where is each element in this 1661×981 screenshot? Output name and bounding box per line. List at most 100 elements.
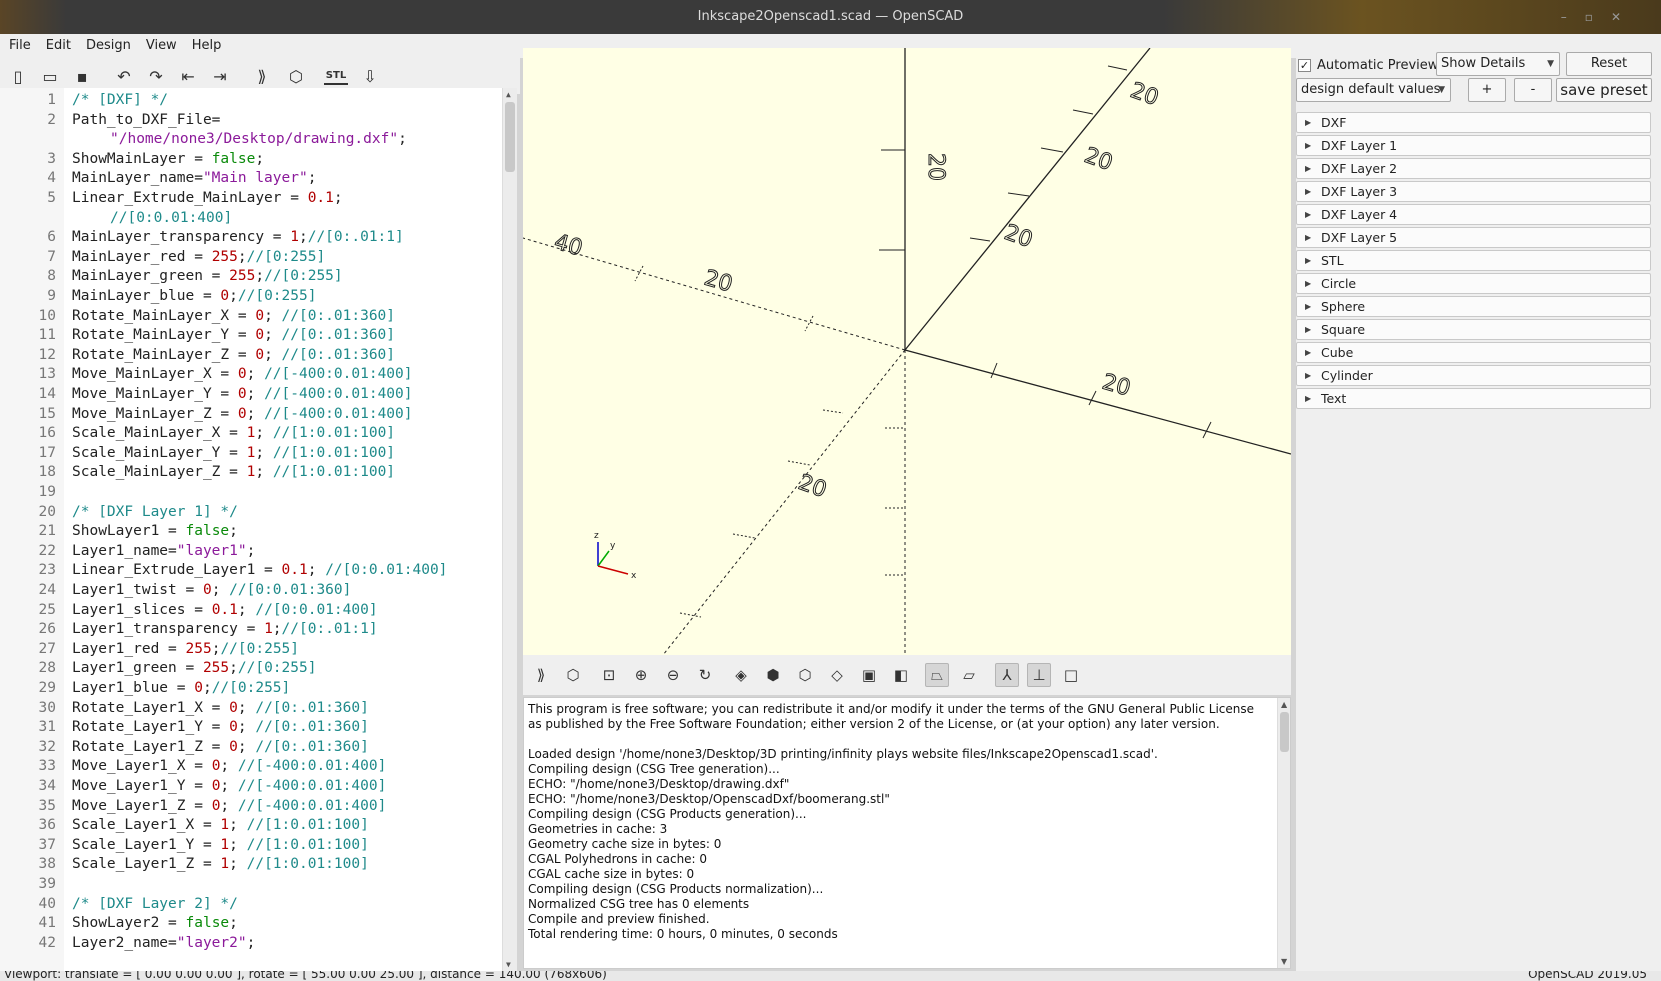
view-back-icon[interactable]: ◧ bbox=[889, 663, 913, 687]
new-file-icon[interactable]: ▯ bbox=[6, 64, 30, 88]
expand-arrow-icon: ▶ bbox=[1305, 256, 1312, 265]
minimize-icon[interactable]: – bbox=[1561, 10, 1585, 24]
parameter-group-label: Text bbox=[1321, 391, 1347, 406]
view-all-icon[interactable]: ⊡ bbox=[597, 663, 621, 687]
orthogonal-icon[interactable]: ▱ bbox=[957, 663, 981, 687]
code-text: Layer1_name="layer1"; bbox=[72, 541, 255, 561]
parameter-group[interactable]: ▶ Sphere bbox=[1296, 296, 1651, 317]
parameter-group[interactable]: ▶ DXF Layer 1 bbox=[1296, 135, 1651, 156]
view-left-icon[interactable]: ◇ bbox=[825, 663, 849, 687]
preset-select[interactable]: design default values ▼ bbox=[1296, 78, 1451, 102]
parameter-group[interactable]: ▶ Text bbox=[1296, 388, 1651, 409]
code-text: Scale_MainLayer_Y = 1; //[1:0.01:100] bbox=[72, 443, 395, 463]
details-select[interactable]: Show Details ▼ bbox=[1436, 52, 1560, 76]
render-icon[interactable]: ⬡ bbox=[561, 663, 585, 687]
undo-icon[interactable]: ↶ bbox=[112, 64, 136, 88]
parameter-group[interactable]: ▶ DXF Layer 5 bbox=[1296, 227, 1651, 248]
code-token: ShowMainLayer = bbox=[72, 150, 212, 167]
scroll-up-icon[interactable]: ▲ bbox=[506, 90, 511, 99]
redo-icon[interactable]: ↷ bbox=[144, 64, 168, 88]
line-number: 2 bbox=[47, 111, 56, 128]
show-edges-icon[interactable]: □ bbox=[1059, 663, 1083, 687]
view-top-icon[interactable]: ⬢ bbox=[761, 663, 785, 687]
parameter-group[interactable]: ▶ Cube bbox=[1296, 342, 1651, 363]
export-stl-icon[interactable]: STL bbox=[324, 67, 348, 85]
parameter-group[interactable]: ▶ STL bbox=[1296, 250, 1651, 271]
show-axes-icon[interactable]: ⅄ bbox=[995, 663, 1019, 687]
editor-scrollbar[interactable]: ▲ ▼ bbox=[502, 88, 517, 971]
render-icon[interactable]: ⬡ bbox=[284, 64, 308, 88]
parameter-group[interactable]: ▶ DXF bbox=[1296, 112, 1651, 133]
scroll-down-icon[interactable]: ▼ bbox=[1281, 957, 1287, 966]
code-token: MainLayer_green = bbox=[72, 268, 230, 285]
unindent-icon[interactable]: ⇤ bbox=[176, 64, 200, 88]
parameter-group[interactable]: ▶ Square bbox=[1296, 319, 1651, 340]
code-token: MainLayer_blue = bbox=[72, 288, 221, 304]
line-number: 37 bbox=[38, 836, 56, 853]
parameter-group[interactable]: ▶ DXF Layer 4 bbox=[1296, 204, 1651, 225]
details-select-value: Show Details bbox=[1441, 56, 1526, 71]
3d-viewport[interactable]: 20 20 20 20 40 20 20 20 z y x bbox=[523, 48, 1291, 655]
remove-preset-button[interactable]: - bbox=[1514, 78, 1552, 102]
reset-button[interactable]: Reset bbox=[1566, 52, 1652, 76]
line-number: 21 bbox=[38, 523, 56, 540]
code-editor[interactable]: 1/* [DXF] */2 Path_to_DXF_File= "/home/non… bbox=[0, 88, 517, 971]
code-text: Layer1_green = 255;//[0:255] bbox=[72, 658, 316, 678]
preview-icon[interactable]: ⟫ bbox=[250, 64, 274, 88]
console-line: Compile and preview finished. bbox=[528, 912, 710, 926]
code-token: ; bbox=[237, 699, 256, 716]
code-token: ; bbox=[246, 405, 265, 422]
editor-scroll-thumb[interactable] bbox=[505, 102, 515, 172]
save-file-icon[interactable]: ▪ bbox=[70, 64, 94, 88]
close-icon[interactable]: ✕ bbox=[1611, 10, 1639, 24]
code-text: Linear_Extrude_Layer1 = 0.1; //[0:0.01:4… bbox=[72, 560, 447, 580]
code-token: ; bbox=[202, 680, 212, 696]
code-token: Layer1_twist = bbox=[72, 582, 203, 598]
menu-file[interactable]: File bbox=[3, 34, 37, 58]
parameter-group[interactable]: ▶ DXF Layer 3 bbox=[1296, 181, 1651, 202]
line-number: 29 bbox=[38, 680, 56, 696]
line-number: 16 bbox=[38, 425, 56, 442]
console-line: Total rendering time: 0 hours, 0 minutes… bbox=[528, 927, 838, 941]
perspective-icon[interactable]: ⏢ bbox=[925, 663, 949, 687]
view-front-icon[interactable]: ▣ bbox=[857, 663, 881, 687]
reset-view-icon[interactable]: ↻ bbox=[693, 663, 717, 687]
line-number: 18 bbox=[38, 464, 56, 481]
show-scale-markers-icon[interactable]: ⊥ bbox=[1027, 663, 1051, 687]
scroll-down-icon[interactable]: ▼ bbox=[506, 960, 511, 969]
add-preset-button[interactable]: + bbox=[1468, 78, 1506, 102]
menu-design[interactable]: Design bbox=[80, 34, 137, 58]
view-bottom-icon[interactable]: ⬡ bbox=[793, 663, 817, 687]
code-token: ; bbox=[229, 288, 238, 304]
zoom-out-icon[interactable]: ⊖ bbox=[661, 663, 685, 687]
code-text: //[0:0.01:400] bbox=[110, 208, 232, 228]
console-scrollbar[interactable]: ▲ ▼ bbox=[1277, 698, 1290, 968]
console-output[interactable]: This program is free software; you can r… bbox=[523, 697, 1291, 969]
open-file-icon[interactable]: ▭ bbox=[38, 64, 62, 88]
parameter-group[interactable]: ▶ Cylinder bbox=[1296, 365, 1651, 386]
zoom-in-icon[interactable]: ⊕ bbox=[629, 663, 653, 687]
save-preset-button[interactable]: save preset bbox=[1556, 78, 1652, 102]
automatic-preview-checkbox[interactable]: ✓ bbox=[1298, 58, 1311, 72]
maximize-icon[interactable]: ▫ bbox=[1585, 10, 1611, 24]
scroll-up-icon[interactable]: ▲ bbox=[1281, 700, 1287, 709]
code-token: 1 bbox=[220, 817, 230, 834]
view-right-icon[interactable]: ◈ bbox=[729, 663, 753, 687]
menu-help[interactable]: Help bbox=[186, 34, 228, 58]
send-to-printer-icon[interactable]: ⇩ bbox=[358, 64, 382, 88]
line-number: 25 bbox=[38, 601, 56, 618]
code-token: //[0:0.01:360] bbox=[229, 582, 352, 598]
preview-icon[interactable]: ⟫ bbox=[529, 663, 553, 687]
automatic-preview-toggle[interactable]: ✓ Automatic Preview bbox=[1298, 54, 1438, 76]
console-scroll-thumb[interactable] bbox=[1280, 712, 1289, 752]
code-token: 0 bbox=[237, 366, 247, 383]
parameter-group[interactable]: ▶ DXF Layer 2 bbox=[1296, 158, 1651, 179]
console-line: Compiling design (CSG Products normaliza… bbox=[528, 882, 824, 896]
menu-edit[interactable]: Edit bbox=[40, 34, 77, 58]
parameter-group[interactable]: ▶ Circle bbox=[1296, 273, 1651, 294]
line-number: 13 bbox=[38, 366, 56, 383]
axis-indicator-label: x bbox=[631, 571, 637, 581]
menu-view[interactable]: View bbox=[140, 34, 183, 58]
line-number: 36 bbox=[38, 817, 56, 834]
indent-icon[interactable]: ⇥ bbox=[208, 64, 232, 88]
